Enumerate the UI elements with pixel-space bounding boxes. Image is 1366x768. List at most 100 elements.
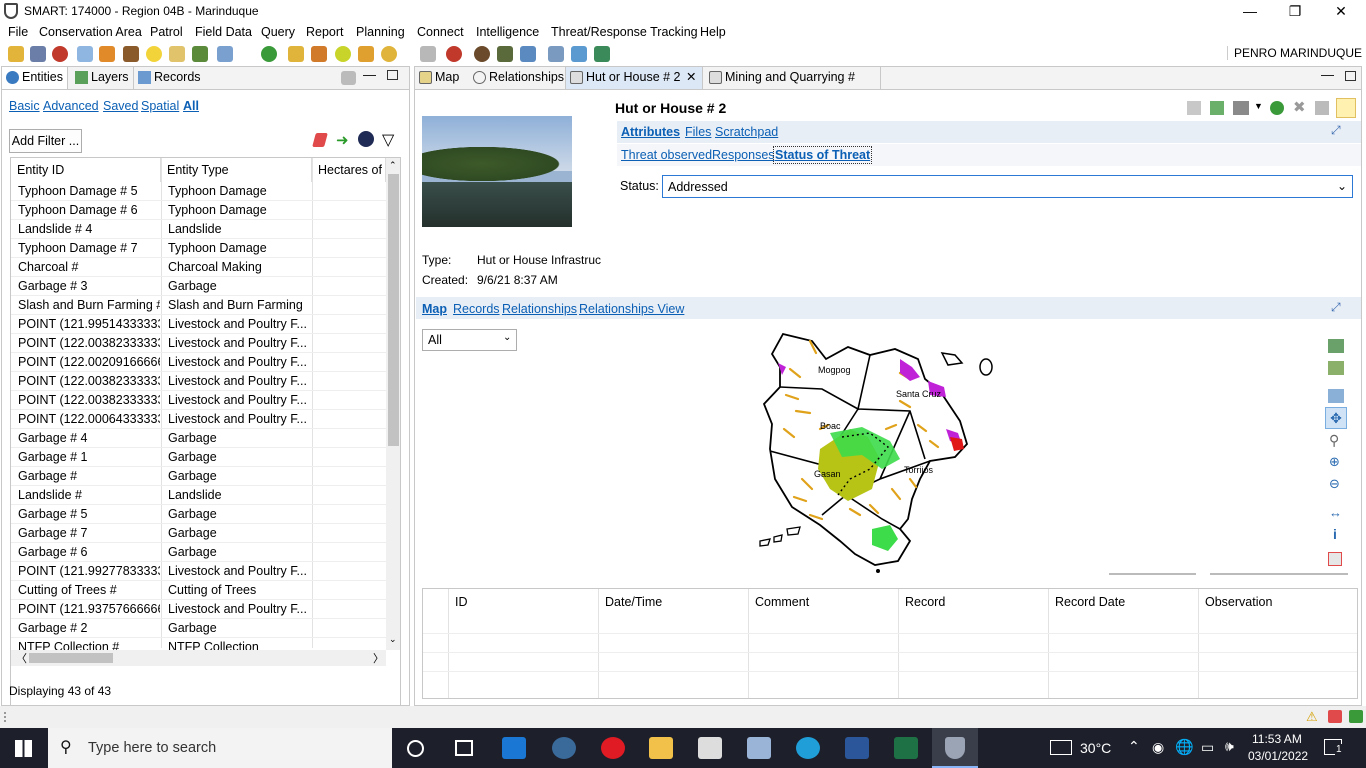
taskbar-search-box[interactable]: ⚲ Type here to search <box>48 728 392 768</box>
sync-status-icon[interactable] <box>1328 710 1342 723</box>
table-row[interactable]: Garbage # 1 Garbage <box>11 448 386 467</box>
filter-funnel-icon[interactable]: ▽ <box>382 130 394 150</box>
smart-app-icon[interactable] <box>698 737 722 759</box>
minimize-button[interactable]: — <box>1227 0 1273 23</box>
intelligence-icon[interactable] <box>446 46 462 62</box>
table-row[interactable]: Landslide # Landslide <box>11 486 386 505</box>
attributes-link[interactable]: Attributes <box>621 125 680 139</box>
table-row[interactable]: POINT (121.99514333333... Livestock and P… <box>11 315 386 334</box>
entity-photo[interactable] <box>422 116 572 227</box>
tab-hut-or-house[interactable]: Hut or House # 2 ✕ <box>565 67 703 89</box>
zoom-extent-icon[interactable] <box>1328 389 1344 403</box>
notifications-icon[interactable]: 1 <box>1324 739 1343 755</box>
windows-start-icon[interactable] <box>15 740 32 757</box>
tab-mining-and-quarrying[interactable]: Mining and Quarrying # <box>705 67 881 89</box>
column-header-entity-type[interactable]: Entity Type <box>161 158 312 182</box>
clear-selection-icon[interactable] <box>1328 552 1342 566</box>
query-icon[interactable] <box>381 46 397 62</box>
horizontal-scrollbar[interactable]: 〈 〉 <box>11 650 386 666</box>
people-icon[interactable] <box>192 46 208 62</box>
add-filter-button[interactable]: Add Filter ... <box>9 129 82 153</box>
table-row[interactable]: POINT (122.00064333333... Livestock and P… <box>11 410 386 429</box>
close-button[interactable]: ✕ <box>1318 0 1364 23</box>
menu-help[interactable]: Help <box>700 25 726 39</box>
flag-icon[interactable] <box>99 46 115 62</box>
tab-layers[interactable]: Layers <box>71 67 131 89</box>
clock-date[interactable]: 03/01/2022 <box>1248 749 1308 763</box>
filter-saved-link[interactable]: Saved <box>103 99 138 113</box>
eraser-icon[interactable] <box>312 133 328 147</box>
delete-icon[interactable]: ✖ <box>1293 98 1306 116</box>
sync-icon[interactable] <box>261 46 277 62</box>
editor-minimize-button[interactable]: — <box>1321 67 1334 82</box>
menu-query[interactable]: Query <box>261 25 295 39</box>
edit-pencil-icon[interactable] <box>1336 98 1356 118</box>
print-dropdown-icon[interactable]: ▼ <box>1254 101 1263 111</box>
horizontal-scroll-thumb[interactable] <box>29 653 113 663</box>
go-arrow-icon[interactable]: ➜ <box>336 131 349 149</box>
lightbulb-icon[interactable] <box>146 46 162 62</box>
tab-records[interactable]: Records <box>133 67 201 89</box>
chevron-up-icon[interactable]: ⌃ <box>1128 738 1140 755</box>
export-map-icon[interactable] <box>1328 361 1344 375</box>
warning-icon[interactable]: ⚠ <box>1306 709 1318 725</box>
cortana-icon[interactable] <box>407 740 424 757</box>
plan-icon[interactable] <box>358 46 374 62</box>
table-row[interactable]: Garbage # 7 Garbage <box>11 524 386 543</box>
grid-icon[interactable] <box>594 46 610 62</box>
records-link[interactable]: Records <box>453 302 500 316</box>
patrol-add-icon[interactable] <box>288 46 304 62</box>
task-view-icon[interactable] <box>455 740 473 756</box>
weather-temp[interactable]: 30°C <box>1080 740 1111 756</box>
edge-icon[interactable] <box>796 737 820 759</box>
table-row[interactable]: Cutting of Trees # Cutting of Trees <box>11 581 386 600</box>
column-header-record[interactable]: Record <box>905 595 945 609</box>
word-icon[interactable] <box>845 737 869 759</box>
refresh-icon[interactable] <box>1270 101 1284 115</box>
files-link[interactable]: Files <box>685 125 711 139</box>
column-header-comment[interactable]: Comment <box>755 595 809 609</box>
opera-icon[interactable] <box>601 737 625 759</box>
status-select[interactable]: Addressed ⌄ <box>662 175 1353 198</box>
table-row[interactable]: Garbage # 2 Garbage <box>11 619 386 638</box>
tab-entities[interactable]: Entities <box>2 67 68 89</box>
table-row[interactable]: Garbage # 6 Garbage <box>11 543 386 562</box>
filter-spatial-link[interactable]: Spatial <box>141 99 179 113</box>
map-link[interactable]: Map <box>422 302 447 316</box>
expand-map-icon[interactable]: ⤢ <box>1331 300 1341 315</box>
search-icon[interactable]: ⚲ <box>1329 432 1339 449</box>
table-row[interactable]: Garbage # 3 Garbage <box>11 277 386 296</box>
globe-icon[interactable] <box>52 46 68 62</box>
link-icon[interactable] <box>1315 101 1329 115</box>
vertical-scroll-thumb[interactable] <box>388 174 399 446</box>
table-row[interactable]: POINT (122.00382333333... Livestock and P… <box>11 391 386 410</box>
menu-intelligence[interactable]: Intelligence <box>476 25 539 39</box>
menu-file[interactable]: File <box>8 25 28 39</box>
scroll-left-arrow-icon[interactable]: 〈 <box>16 650 27 666</box>
battery-icon[interactable]: ▭ <box>1201 739 1214 756</box>
file-explorer-icon[interactable] <box>649 737 673 759</box>
scroll-right-arrow-icon[interactable]: 〉 <box>373 650 384 666</box>
print-icon[interactable] <box>1233 101 1249 115</box>
volume-icon[interactable]: 🕪 <box>1225 738 1234 755</box>
editor-maximize-button[interactable] <box>1345 71 1356 81</box>
table-row[interactable]: Typhoon Damage # 7 Typhoon Damage <box>11 239 386 258</box>
expand-icon[interactable]: ⤢ <box>1331 123 1341 138</box>
vertical-scrollbar[interactable]: ⌃ ⌄ <box>386 158 400 650</box>
form-icon[interactable] <box>217 46 233 62</box>
scratchpad-link[interactable]: Scratchpad <box>715 125 778 139</box>
scroll-down-arrow-icon[interactable]: ⌄ <box>389 634 397 645</box>
map-filter-select[interactable]: All ⌄ <box>422 329 517 351</box>
layers-add-icon[interactable] <box>1328 339 1344 353</box>
zoom-in-icon[interactable]: ⊕ <box>1329 454 1340 470</box>
table-row[interactable]: Landslide # 4 Landslide <box>11 220 386 239</box>
add-icon[interactable] <box>1210 101 1224 115</box>
settings-gear-icon[interactable] <box>358 131 374 147</box>
column-header-observation[interactable]: Observation <box>1205 595 1272 609</box>
mission-icon[interactable] <box>335 46 351 62</box>
tab-relationships[interactable]: Relationships <box>469 67 565 89</box>
table-row[interactable]: POINT (122.00382333333... Livestock and P… <box>11 334 386 353</box>
report-icon[interactable] <box>169 46 185 62</box>
informant-icon[interactable] <box>474 46 490 62</box>
table-row[interactable]: Garbage # 5 Garbage <box>11 505 386 524</box>
